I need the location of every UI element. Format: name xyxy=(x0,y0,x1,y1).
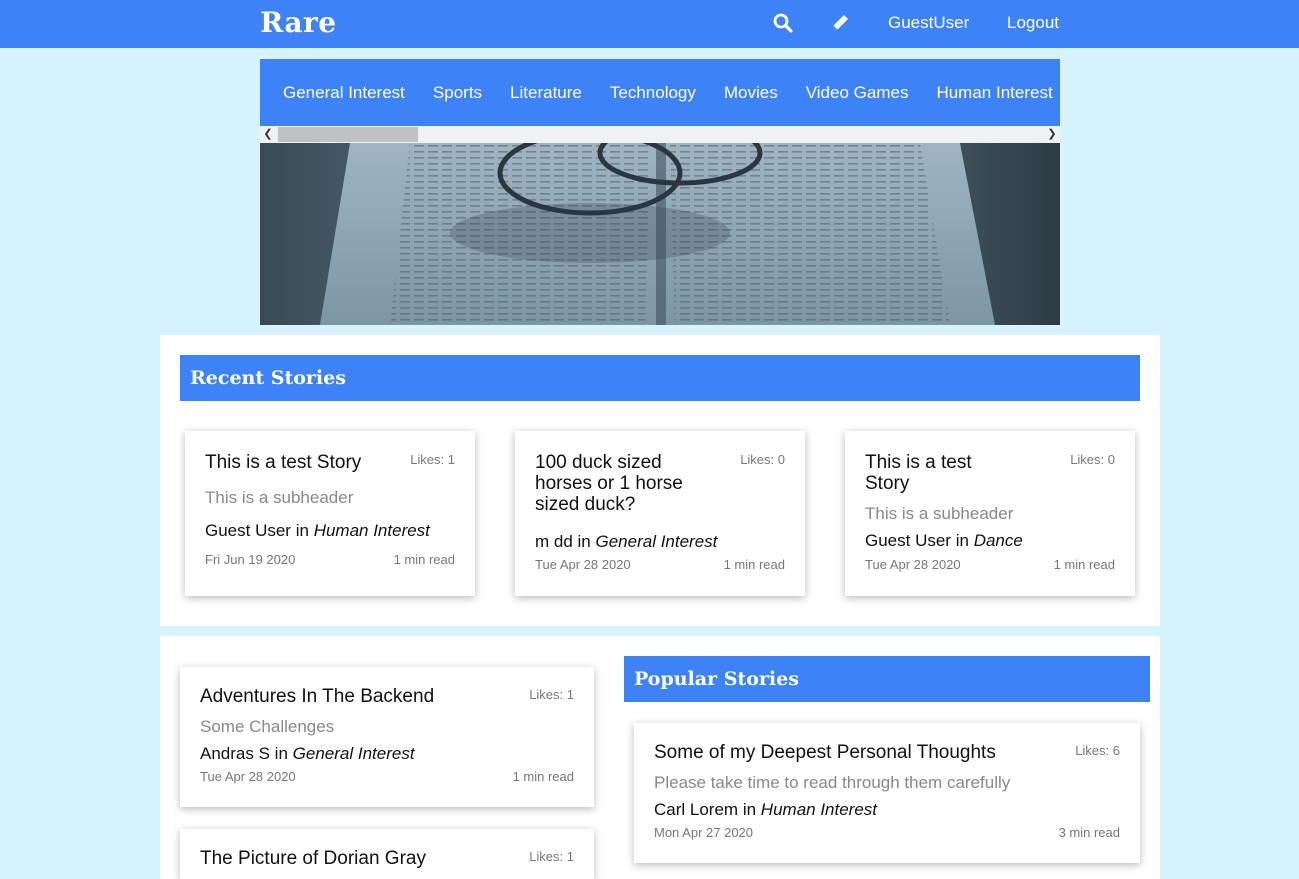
category-sports[interactable]: Sports xyxy=(433,83,482,103)
story-date: Mon Apr 27 2020 xyxy=(654,825,754,840)
story-author-line: m dd in General Interest xyxy=(535,532,717,552)
story-author-line: Andras S in General Interest xyxy=(200,744,415,764)
story-category[interactable]: Dance xyxy=(974,531,1023,550)
story-title[interactable]: This is a test Story xyxy=(205,452,405,473)
recent-stories-header: Recent Stories xyxy=(180,355,1140,401)
category-video-games[interactable]: Video Games xyxy=(806,83,909,103)
story-read-time: 1 min read xyxy=(723,557,785,572)
story-date: Tue Apr 28 2020 xyxy=(535,557,631,572)
story-read-time: 1 min read xyxy=(393,552,455,567)
story-subheader: This is a subheader xyxy=(205,488,354,507)
story-in-text: in xyxy=(577,532,591,551)
scroll-right-icon[interactable]: ❯ xyxy=(1044,126,1060,143)
top-navbar: Rare GuestUser Logout xyxy=(0,0,1299,48)
story-category[interactable]: Human Interest xyxy=(314,521,430,540)
category-human-interest[interactable]: Human Interest xyxy=(936,83,1052,103)
story-author[interactable]: Andras S xyxy=(200,744,270,763)
category-bar: General Interest Sports Literature Techn… xyxy=(260,59,1060,126)
story-date: Tue Apr 28 2020 xyxy=(865,557,961,572)
story-title[interactable]: This is a test Story xyxy=(865,452,1005,494)
story-category[interactable]: General Interest xyxy=(596,532,718,551)
story-card[interactable]: Adventures In The Backend Likes: 1 Some … xyxy=(180,667,594,807)
story-title[interactable]: The Picture of Dorian Gray xyxy=(200,848,426,869)
story-author-line: Carl Lorem in Human Interest xyxy=(654,800,877,820)
story-author[interactable]: Guest User xyxy=(865,531,951,550)
story-card[interactable]: Some of my Deepest Personal Thoughts Lik… xyxy=(634,723,1140,863)
story-likes: Likes: 0 xyxy=(1070,452,1115,467)
story-likes: Likes: 0 xyxy=(740,452,785,467)
story-card[interactable]: This is a test Story Likes: 0 This is a … xyxy=(845,431,1135,596)
story-title[interactable]: Some of my Deepest Personal Thoughts xyxy=(654,742,996,763)
story-author[interactable]: m dd xyxy=(535,532,573,551)
story-card[interactable]: This is a test Story Likes: 1 This is a … xyxy=(185,431,475,596)
category-literature[interactable]: Literature xyxy=(510,83,582,103)
story-title[interactable]: Adventures In The Backend xyxy=(200,686,434,707)
story-subheader: Please take time to read through them ca… xyxy=(654,773,1011,792)
story-in-text: in xyxy=(955,531,969,550)
story-likes: Likes: 1 xyxy=(410,452,455,467)
brand-logo[interactable]: Rare xyxy=(260,6,337,39)
story-title[interactable]: 100 duck sized horses or 1 horse sized d… xyxy=(535,452,705,515)
story-card[interactable]: 100 duck sized horses or 1 horse sized d… xyxy=(515,431,805,596)
story-likes: Likes: 1 xyxy=(529,849,574,864)
story-read-time: 1 min read xyxy=(512,769,574,784)
story-in-text: in xyxy=(295,521,309,540)
story-card[interactable]: The Picture of Dorian Gray Likes: 1 xyxy=(180,829,594,879)
story-date: Fri Jun 19 2020 xyxy=(205,552,296,567)
category-technology[interactable]: Technology xyxy=(610,83,696,103)
story-read-time: 1 min read xyxy=(1053,557,1115,572)
story-date: Tue Apr 28 2020 xyxy=(200,769,296,784)
story-category[interactable]: Human Interest xyxy=(761,800,877,819)
story-subheader: Some Challenges xyxy=(200,717,335,736)
category-movies[interactable]: Movies xyxy=(724,83,778,103)
user-link[interactable]: GuestUser xyxy=(888,13,969,33)
story-subheader: This is a subheader xyxy=(865,504,1014,523)
pencil-icon[interactable] xyxy=(829,12,851,34)
popular-stories-header: Popular Stories xyxy=(624,656,1150,702)
story-author[interactable]: Carl Lorem xyxy=(654,800,738,819)
story-category[interactable]: General Interest xyxy=(293,744,415,763)
story-author-line: Guest User in Human Interest xyxy=(205,521,430,541)
scroll-left-icon[interactable]: ❮ xyxy=(260,126,276,143)
story-in-text: in xyxy=(274,744,288,763)
hero-image xyxy=(260,143,1060,325)
story-likes: Likes: 6 xyxy=(1075,743,1120,758)
search-icon[interactable] xyxy=(772,12,794,34)
category-general-interest[interactable]: General Interest xyxy=(283,83,405,103)
story-in-text: in xyxy=(742,800,757,819)
logout-link[interactable]: Logout xyxy=(1007,13,1059,33)
story-author[interactable]: Guest User xyxy=(205,521,291,540)
scrollbar-thumb[interactable] xyxy=(278,127,418,142)
category-scrollbar[interactable]: ❮ ❯ xyxy=(260,126,1060,143)
story-read-time: 3 min read xyxy=(1058,825,1120,840)
story-likes: Likes: 1 xyxy=(529,687,574,702)
story-author-line: Guest User in Dance xyxy=(865,531,1023,551)
